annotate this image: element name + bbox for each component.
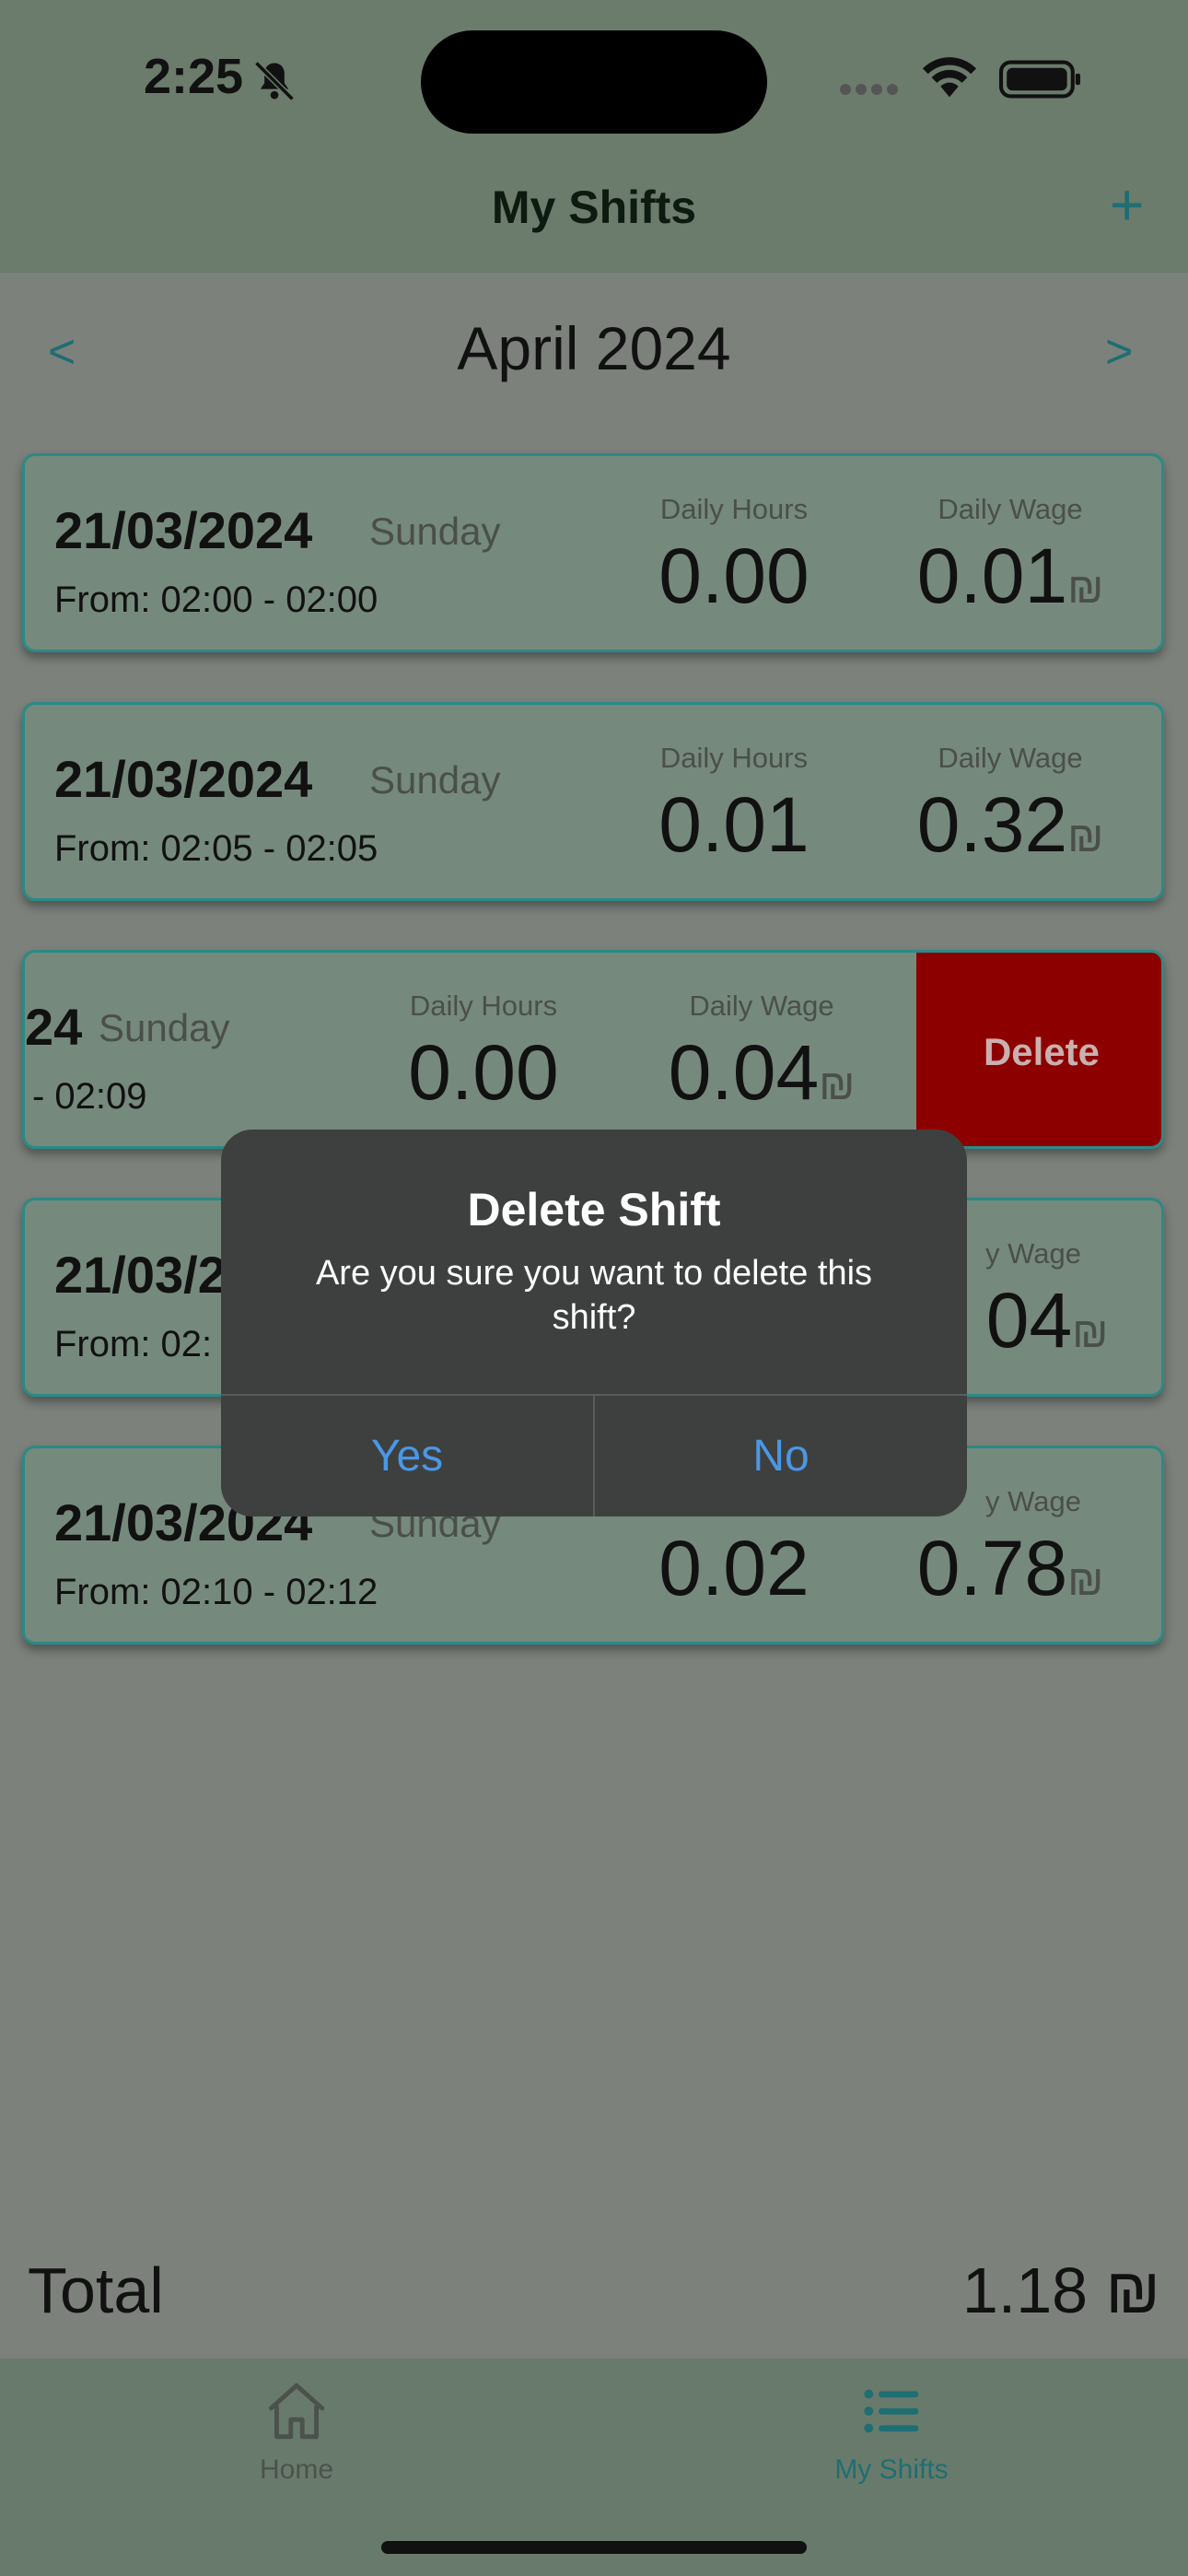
daily-wage-amount: 0.01 bbox=[916, 533, 1068, 619]
total-amount: 1.18 bbox=[961, 2254, 1089, 2326]
daily-wage-label: Daily Wage bbox=[938, 493, 1083, 525]
shift-date: 24 bbox=[25, 998, 83, 1056]
shift-date: 21/03/2024 bbox=[54, 750, 313, 808]
shift-time-range: From: 02:05 - 02:05 bbox=[54, 828, 379, 869]
daily-wage-value: 0.32₪ bbox=[891, 780, 1130, 870]
dynamic-island bbox=[421, 30, 767, 134]
shekel-icon: ₪ bbox=[1105, 2254, 1160, 2326]
silent-bell-icon bbox=[254, 61, 295, 101]
daily-wage-amount: 0.04 bbox=[668, 1029, 820, 1116]
daily-hours-value: 0.02 bbox=[658, 1525, 809, 1611]
page-title: My Shifts bbox=[491, 181, 697, 233]
shift-time-range: - 02:09 bbox=[32, 1076, 147, 1117]
shift-time-range: From: 02: bbox=[54, 1324, 213, 1364]
shekel-icon: ₪ bbox=[1067, 1556, 1104, 1604]
shift-time-range: From: 02:00 - 02:00 bbox=[54, 580, 379, 620]
daily-wage-label: Daily Wage bbox=[938, 742, 1083, 774]
daily-hours-value: 0.01 bbox=[658, 781, 809, 868]
confirm-yes-button[interactable]: Yes bbox=[221, 1396, 593, 1516]
shift-card-swiped[interactable]: 24 Sunday - 02:09 Daily Hours 0.00 Daily… bbox=[22, 950, 1164, 1149]
battery-icon bbox=[999, 60, 1080, 99]
next-month-button[interactable]: > bbox=[1105, 324, 1133, 380]
shekel-icon: ₪ bbox=[819, 1060, 856, 1108]
month-label: April 2024 bbox=[457, 314, 731, 382]
cancel-no-button[interactable]: No bbox=[595, 1396, 967, 1516]
shift-card[interactable]: 21/03/2024 Sunday From: 02:05 - 02:05 Da… bbox=[22, 702, 1164, 901]
home-indicator bbox=[381, 2541, 807, 2554]
add-shift-button[interactable]: + bbox=[1110, 175, 1144, 234]
total-value: 1.18 ₪ bbox=[921, 2254, 1160, 2327]
home-icon bbox=[268, 2383, 325, 2440]
delete-confirmation-dialog: Delete Shift Are you sure you want to de… bbox=[221, 1130, 967, 1516]
daily-hours-label: Daily Hours bbox=[659, 742, 809, 774]
daily-hours-label: Daily Hours bbox=[659, 493, 809, 525]
daily-wage-amount: 04 bbox=[985, 1277, 1073, 1364]
daily-wage-amount: 0.78 bbox=[916, 1525, 1068, 1611]
tab-my-shifts[interactable]: My Shifts bbox=[753, 2377, 1030, 2486]
list-icon bbox=[864, 2389, 919, 2433]
tab-my-shifts-label: My Shifts bbox=[834, 2454, 949, 2485]
tab-home-label: Home bbox=[259, 2454, 334, 2485]
shift-card[interactable]: 21/03/2024 Sunday From: 02:00 - 02:00 Da… bbox=[22, 453, 1164, 652]
tab-home[interactable]: Home bbox=[158, 2377, 435, 2486]
daily-hours-label: Daily Hours bbox=[409, 989, 558, 1022]
shift-date: 21/03/2 bbox=[54, 1246, 227, 1304]
dialog-title: Delete Shift bbox=[467, 1184, 721, 1235]
shift-time-range: From: 02:10 - 02:12 bbox=[54, 1572, 379, 1612]
shift-day: Sunday bbox=[99, 1006, 230, 1049]
shekel-icon: ₪ bbox=[1067, 813, 1104, 861]
dialog-message: Are you sure you want to delete this shi… bbox=[315, 1254, 873, 1337]
daily-wage-value: 0.04₪ bbox=[642, 1028, 881, 1118]
wifi-icon bbox=[922, 57, 977, 98]
shekel-icon: ₪ bbox=[1067, 564, 1104, 612]
daily-hours-value: 0.00 bbox=[658, 533, 809, 619]
shekel-icon: ₪ bbox=[1072, 1308, 1109, 1356]
status-time: 2:25 bbox=[144, 49, 244, 104]
daily-wage-label: Daily Wage bbox=[689, 989, 834, 1022]
delete-shift-button[interactable]: Delete bbox=[916, 953, 1161, 1146]
shift-day: Sunday bbox=[369, 509, 501, 553]
daily-hours-value: 0.00 bbox=[408, 1029, 559, 1116]
signal-dots-icon bbox=[840, 83, 903, 100]
daily-wage-value: 0.01₪ bbox=[891, 532, 1130, 621]
shift-date: 21/03/2024 bbox=[54, 501, 313, 559]
daily-wage-value: 0.78₪ bbox=[891, 1524, 1130, 1613]
daily-wage-amount: 0.32 bbox=[916, 781, 1068, 868]
shift-day: Sunday bbox=[369, 758, 501, 802]
total-label: Total bbox=[28, 2254, 164, 2326]
